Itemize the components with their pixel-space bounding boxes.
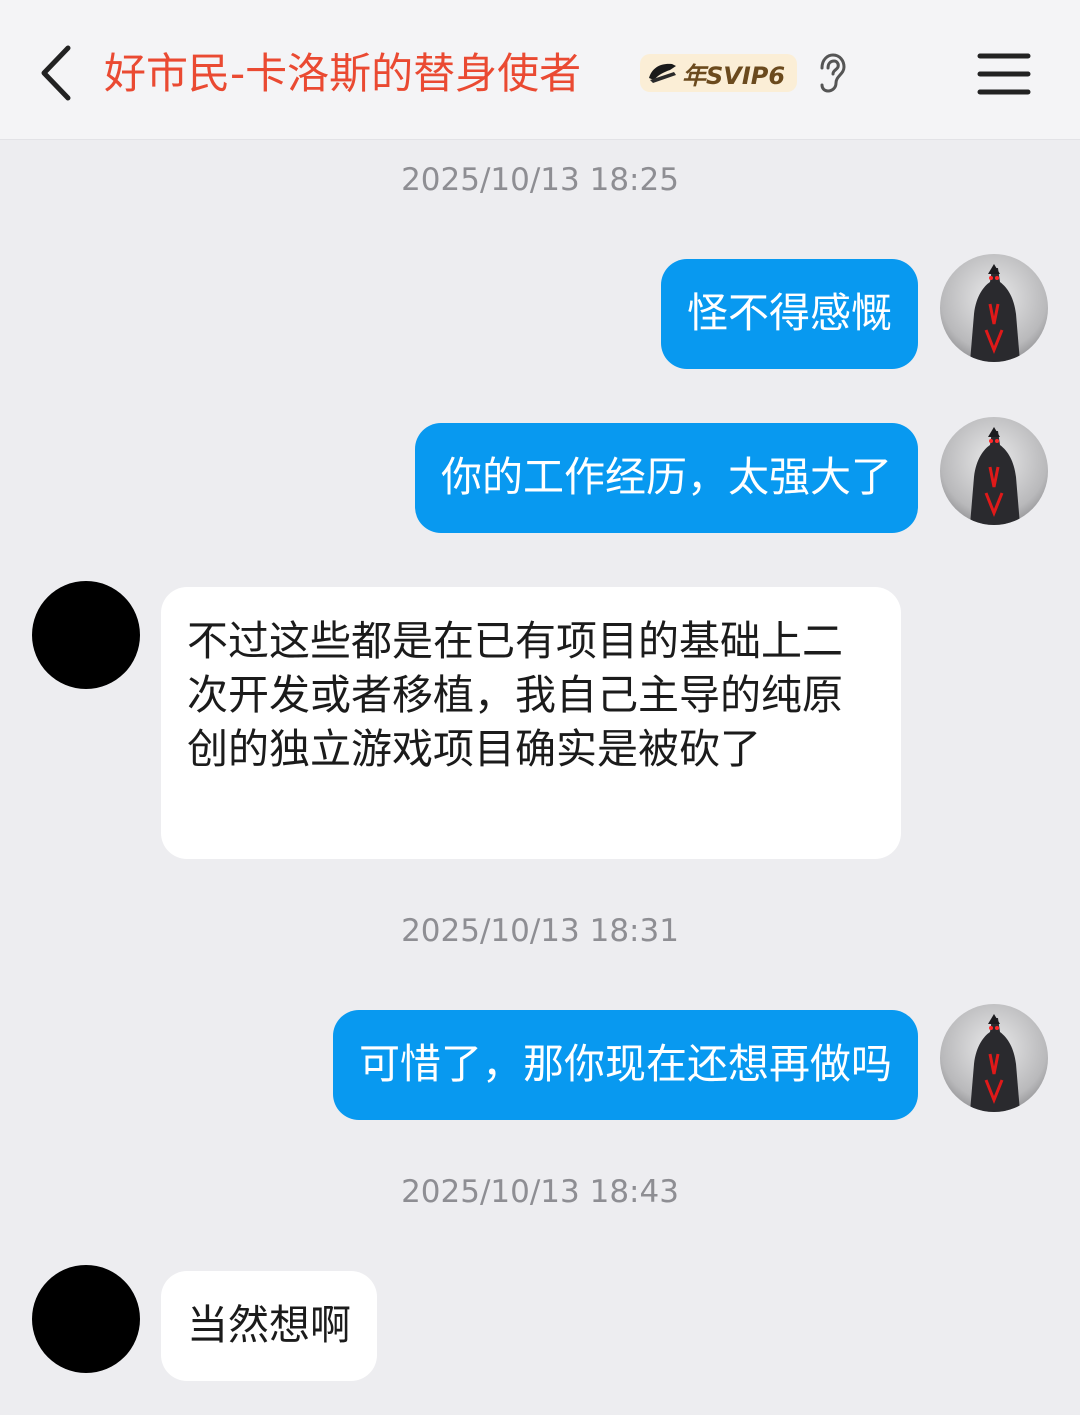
hamburger-menu-icon — [977, 53, 1031, 95]
their-message-bubble[interactable]: 不过这些都是在已有项目的基础上二次开发或者移植，我自己主导的纯原创的独立游戏项目… — [161, 587, 901, 859]
chat-header: 好市民-卡洛斯的替身使者 年SVIP6 — [0, 0, 1080, 140]
chat-title[interactable]: 好市民-卡洛斯的替身使者 — [104, 44, 581, 104]
my-message-bubble[interactable]: 你的工作经历，太强大了 — [415, 423, 918, 533]
my-message-bubble[interactable]: 可惜了，那你现在还想再做吗 — [333, 1010, 918, 1120]
my-avatar[interactable] — [940, 1004, 1048, 1112]
message-timestamp: 2025/10/13 18:25 — [401, 162, 679, 198]
message-timestamp: 2025/10/13 18:31 — [401, 913, 679, 949]
my-message-bubble[interactable]: 怪不得感慨 — [661, 259, 918, 369]
my-avatar[interactable] — [940, 417, 1048, 525]
their-message-bubble[interactable]: 当然想啊 — [161, 1271, 377, 1381]
contact-avatar[interactable] — [32, 1265, 140, 1373]
back-button[interactable] — [30, 40, 86, 106]
chevron-left-icon — [41, 45, 71, 101]
my-avatar[interactable] — [940, 254, 1048, 362]
menu-button[interactable] — [976, 48, 1032, 98]
ear-icon[interactable] — [814, 52, 850, 94]
message-timestamp: 2025/10/13 18:43 — [401, 1174, 679, 1210]
vip-badge[interactable]: 年SVIP6 — [640, 54, 798, 92]
vip-label: 年SVIP6 — [682, 61, 786, 90]
vip-hat-icon — [649, 63, 676, 83]
contact-avatar[interactable] — [32, 581, 140, 689]
